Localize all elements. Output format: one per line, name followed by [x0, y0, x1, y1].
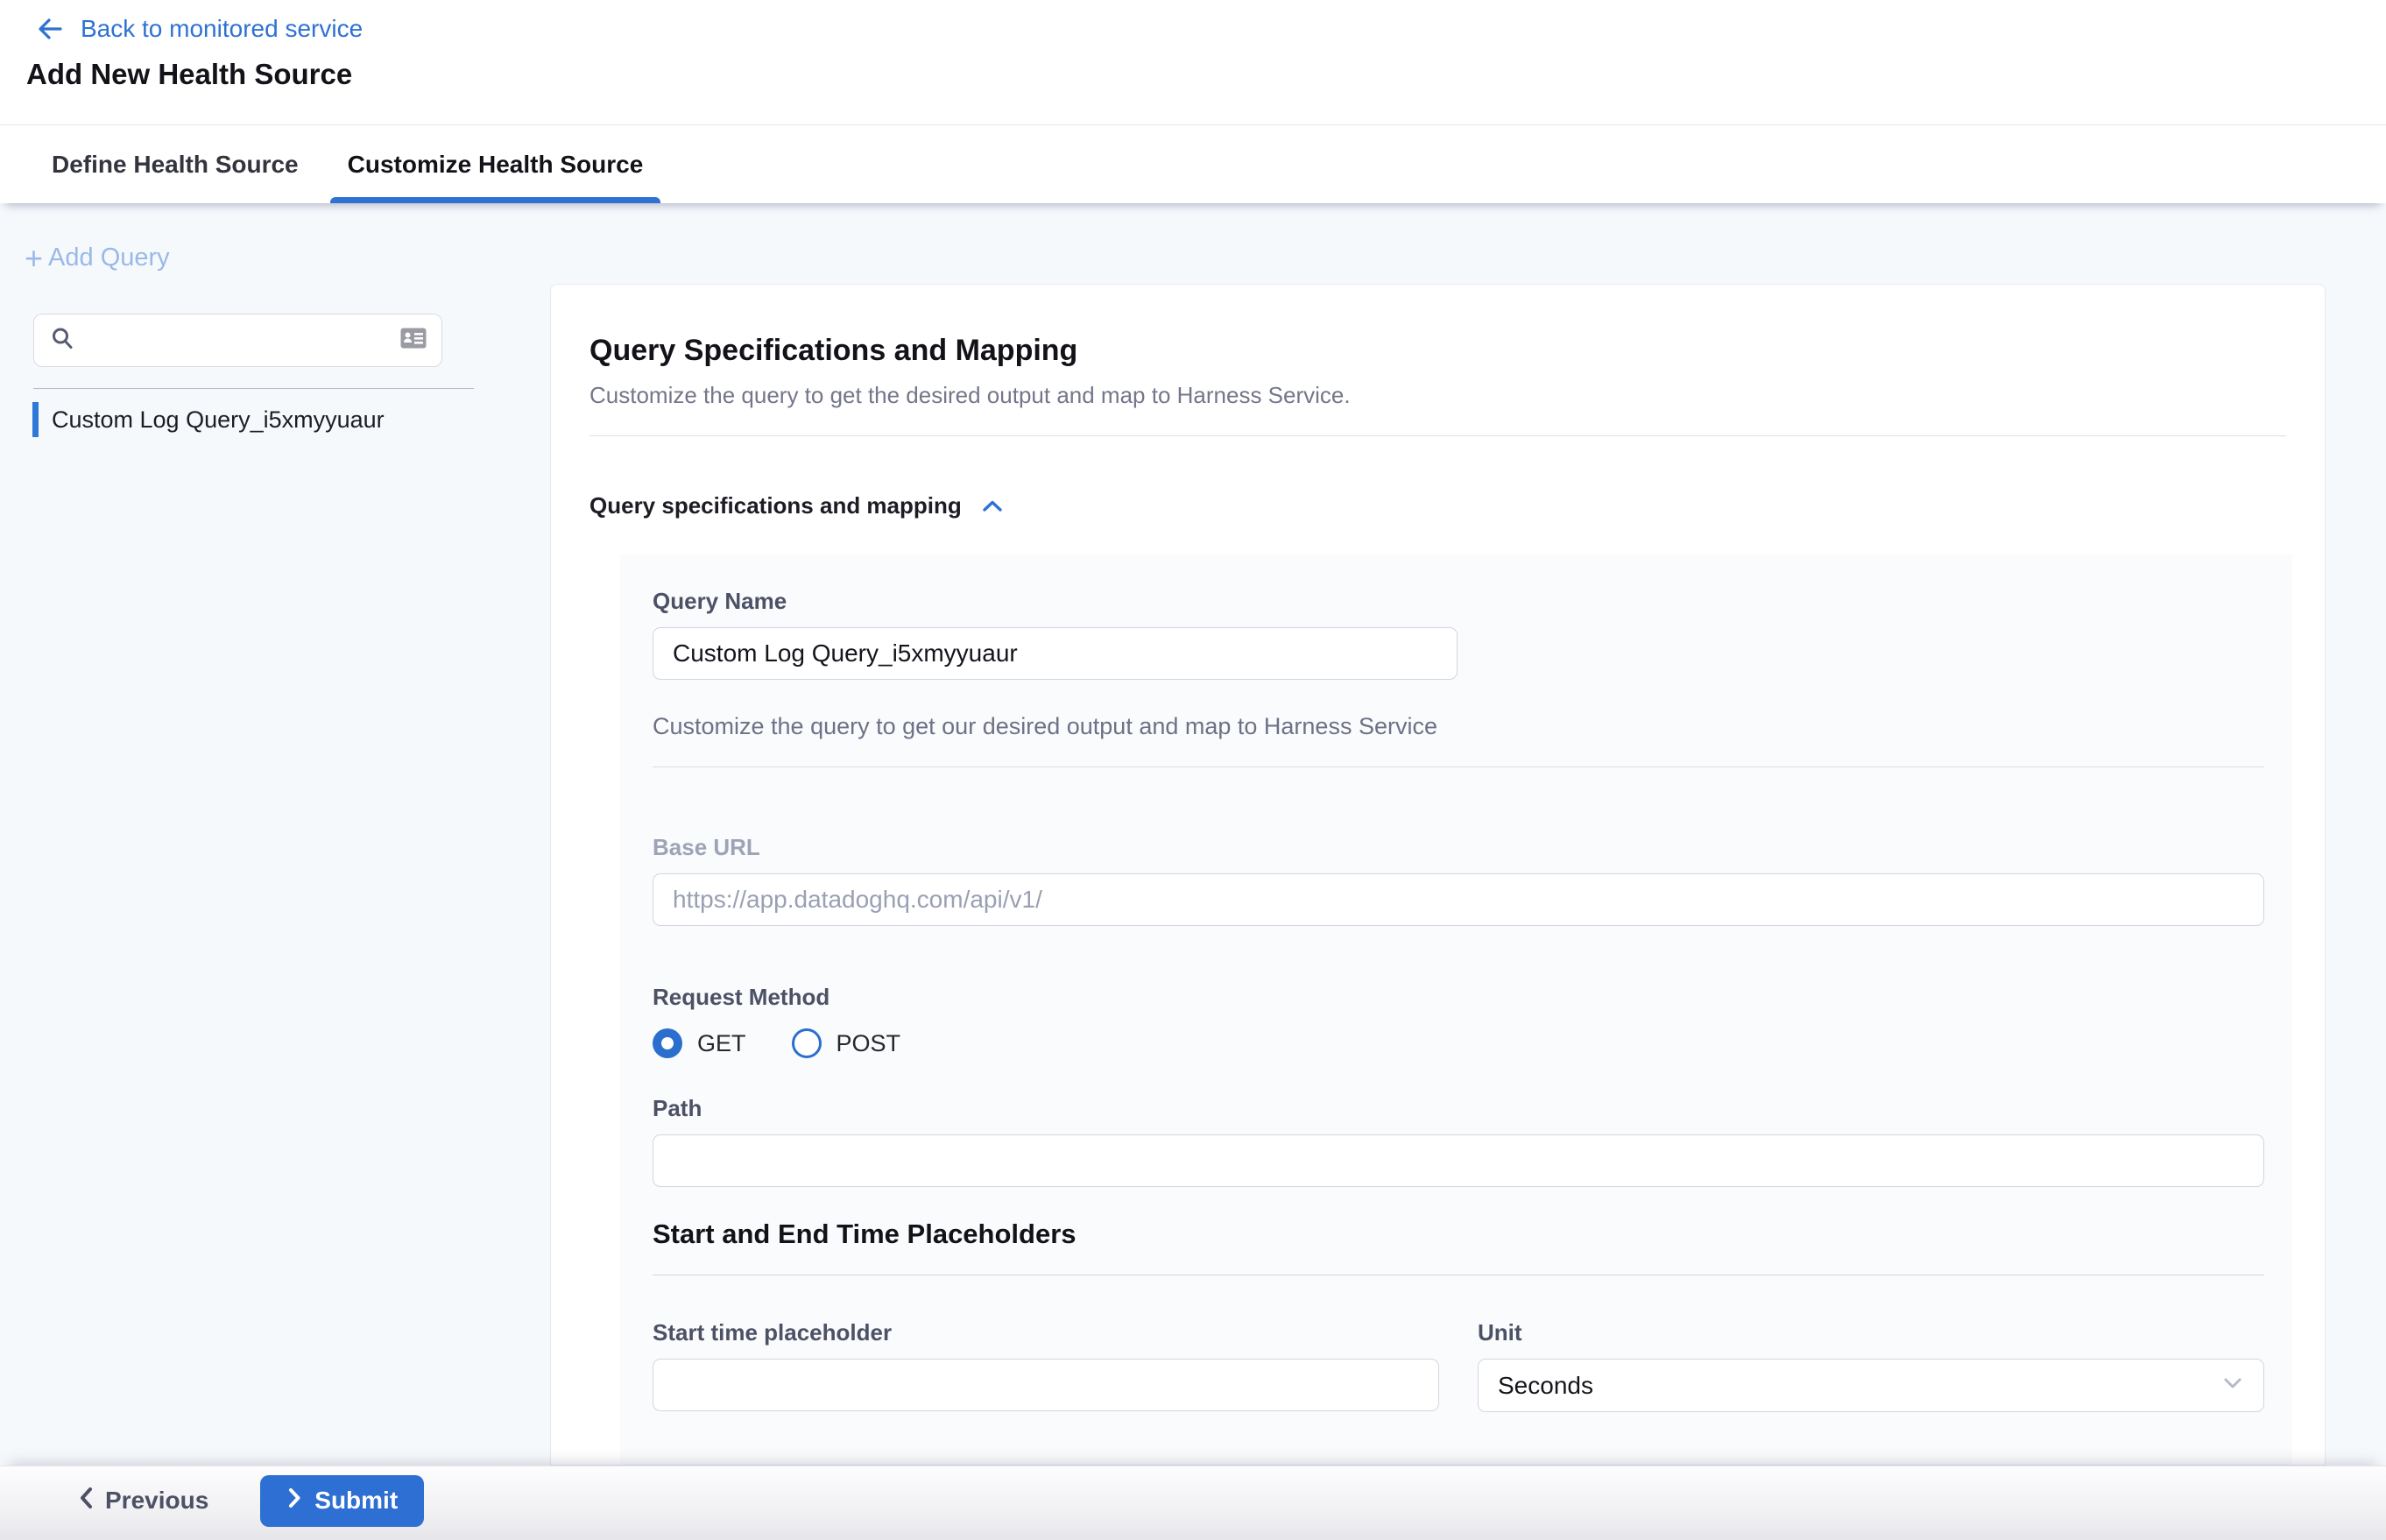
back-link[interactable]: Back to monitored service: [0, 0, 2386, 44]
page-body: + Add Query Custom Log Query_i5xmyy: [0, 203, 2386, 1466]
placeholders-section-heading: Start and End Time Placeholders: [653, 1219, 2262, 1250]
request-method-radio-group: GET POST: [653, 1028, 2262, 1058]
footer-bar: Previous Submit: [0, 1466, 2386, 1540]
page-title: Add New Health Source: [0, 44, 2386, 91]
radio-get-label: GET: [697, 1030, 746, 1057]
selected-indicator-bar: [32, 402, 39, 437]
unit-label: Unit: [1478, 1319, 2264, 1346]
query-name-helper: Customize the query to get our desired o…: [653, 713, 2262, 740]
tab-customize-health-source[interactable]: Customize Health Source: [344, 125, 647, 203]
radio-option-get[interactable]: GET: [653, 1028, 746, 1058]
radio-selected-icon: [653, 1028, 682, 1058]
query-item-label: Custom Log Query_i5xmyyuaur: [52, 406, 385, 434]
card-subtitle: Customize the query to get the desired o…: [589, 382, 2286, 409]
card-title: Query Specifications and Mapping: [589, 334, 2286, 368]
section-header: Query specifications and mapping: [551, 436, 2325, 519]
card-header: Query Specifications and Mapping Customi…: [551, 285, 2325, 436]
form-panel: Query Name Customize the query to get ou…: [620, 555, 2292, 1465]
plus-icon: +: [25, 245, 43, 271]
start-time-input[interactable]: [653, 1359, 1439, 1411]
id-card-icon[interactable]: [399, 326, 427, 355]
unit-column: Unit Seconds: [1478, 1319, 2264, 1412]
chevron-down-icon: [2221, 1375, 2244, 1395]
start-time-label: Start time placeholder: [653, 1319, 1439, 1346]
chevron-right-icon: [286, 1486, 302, 1516]
path-label: Path: [653, 1095, 2262, 1122]
placeholders-row: Start time placeholder Unit Seconds: [653, 1319, 2262, 1412]
search-icon: [50, 326, 74, 355]
base-url-input[interactable]: [653, 873, 2264, 926]
chevron-left-icon: [77, 1485, 95, 1517]
page-header: Back to monitored service Add New Health…: [0, 0, 2386, 124]
base-url-label: Base URL: [653, 834, 2262, 861]
path-input[interactable]: [653, 1134, 2264, 1187]
previous-button-label: Previous: [105, 1487, 208, 1515]
unit-select[interactable]: Seconds: [1478, 1359, 2264, 1412]
back-link-label: Back to monitored service: [81, 15, 363, 43]
unit-select-value: Seconds: [1498, 1372, 1593, 1400]
form-divider: [653, 766, 2264, 767]
main-card: Query Specifications and Mapping Customi…: [550, 284, 2326, 1466]
submit-button-label: Submit: [314, 1487, 398, 1515]
tab-bar: Define Health Source Customize Health So…: [0, 124, 2386, 203]
radio-unselected-icon: [792, 1028, 822, 1058]
back-arrow-icon: [35, 14, 65, 44]
query-list-item[interactable]: Custom Log Query_i5xmyyuaur: [32, 402, 488, 437]
radio-post-label: POST: [837, 1030, 901, 1057]
tab-define-health-source[interactable]: Define Health Source: [48, 125, 302, 203]
add-query-label: Add Query: [48, 244, 170, 272]
add-query-button[interactable]: + Add Query: [25, 244, 170, 272]
query-list: Custom Log Query_i5xmyyuaur: [32, 402, 488, 437]
chevron-up-icon[interactable]: [979, 496, 1006, 517]
section-title: Query specifications and mapping: [589, 492, 962, 519]
request-method-label: Request Method: [653, 984, 2262, 1011]
query-search-input[interactable]: [87, 327, 399, 354]
sidebar-divider: [33, 388, 474, 389]
start-time-column: Start time placeholder: [653, 1319, 1439, 1412]
query-search-box: [33, 314, 442, 367]
submit-button[interactable]: Submit: [260, 1475, 424, 1527]
query-name-input[interactable]: [653, 627, 1458, 680]
previous-button[interactable]: Previous: [77, 1485, 208, 1517]
query-name-label: Query Name: [653, 588, 2262, 615]
radio-option-post[interactable]: POST: [792, 1028, 901, 1058]
